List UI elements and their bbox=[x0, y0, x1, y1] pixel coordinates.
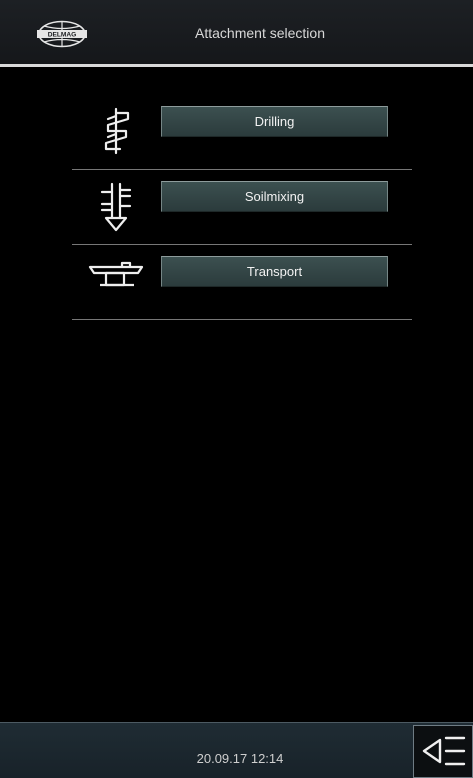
auger-drill-icon bbox=[104, 107, 130, 155]
footer-bar: 20.09.17 12:14 bbox=[0, 723, 473, 778]
row-divider bbox=[72, 319, 412, 320]
header-divider bbox=[0, 64, 473, 67]
attachment-row-drilling: Drilling bbox=[72, 95, 412, 170]
brand-logo: DELMAG bbox=[37, 20, 87, 48]
transport-attachment-icon bbox=[88, 261, 144, 287]
svg-text:DELMAG: DELMAG bbox=[48, 32, 77, 39]
menu-collapse-icon bbox=[422, 736, 466, 766]
soilmixing-button[interactable]: Soilmixing bbox=[161, 181, 388, 212]
soilmixing-tool-icon bbox=[100, 182, 132, 232]
drilling-button[interactable]: Drilling bbox=[161, 106, 388, 137]
attachment-selection-screen: DELMAG Attachment selection Drilling Soi… bbox=[0, 0, 473, 778]
header-bar: DELMAG Attachment selection bbox=[0, 0, 473, 64]
transport-button[interactable]: Transport bbox=[161, 256, 388, 287]
menu-button[interactable] bbox=[413, 725, 473, 778]
attachment-row-transport: Transport bbox=[72, 245, 412, 320]
datetime-display: 20.09.17 12:14 bbox=[196, 751, 284, 766]
attachment-row-soilmixing: Soilmixing bbox=[72, 170, 412, 245]
page-title: Attachment selection bbox=[195, 25, 325, 41]
